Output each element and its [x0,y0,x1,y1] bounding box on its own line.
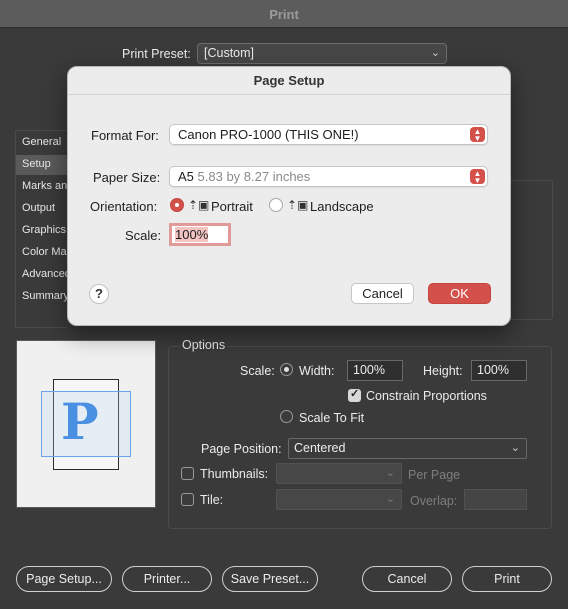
scale-label: Scale: [240,364,275,378]
thumbnails-checkbox[interactable] [181,467,194,480]
overlap-input[interactable] [464,489,527,510]
stepper-icon: ▲ ▼ [470,169,485,185]
landscape-icon: ⇡▣ [287,198,309,212]
chevron-down-icon: ⌄ [385,493,395,505]
landscape-label: Landscape [310,199,374,214]
print-button[interactable]: Print [462,566,552,592]
format-for-value: Canon PRO-1000 (THIS ONE!) [178,127,359,142]
page-setup-title: Page Setup [253,73,325,88]
landscape-radio[interactable] [269,198,283,212]
orientation-label: Orientation: [90,199,158,214]
preview-glyph: P [61,392,99,451]
print-window-title: Print [269,7,299,22]
overlap-label: Overlap: [410,494,458,508]
tile-checkbox[interactable] [181,493,194,506]
page-position-label: Page Position: [201,442,282,456]
print-titlebar: Print [0,0,568,28]
print-preset-select[interactable]: [Custom] ⌄ [197,43,447,64]
scale-label: Scale: [125,228,162,243]
format-for-select[interactable]: Canon PRO-1000 (THIS ONE!) ▲ ▼ [169,124,488,145]
tile-label: Tile: [200,493,224,507]
scale-value: 100% [175,227,209,242]
page-setup-cancel-button[interactable]: Cancel [351,283,414,304]
constrain-proportions-checkbox[interactable] [348,387,361,402]
page-setup-ok-button[interactable]: OK [428,283,491,304]
paper-size-value: A5 [178,169,194,184]
format-for-label: Format For: [91,128,159,143]
page-setup-dialog: Page Setup Format For: Canon PRO-1000 (T… [67,66,511,326]
title-divider [68,94,510,95]
paper-size-detail: 5.83 by 8.27 inches [197,169,311,184]
options-label: Options [180,338,228,352]
page-position-select[interactable]: Centered ⌄ [288,438,527,459]
portrait-label: Portrait [211,199,253,214]
height-label: Height: [423,364,463,378]
height-input[interactable]: 100% [471,360,527,381]
save-preset-button[interactable]: Save Preset... [222,566,318,592]
scale-to-fit-label: Scale To Fit [299,411,365,425]
chevron-down-icon: ⌄ [510,442,520,454]
constrain-proportions-label: Constrain Proportions [366,389,487,403]
print-preview: P [16,340,156,508]
thumbnails-label: Thumbnails: [200,467,269,481]
tile-select[interactable]: ⌄ [276,489,402,510]
scale-width-radio[interactable] [280,363,293,376]
print-cancel-button[interactable]: Cancel [362,566,452,592]
per-page-label: Per Page [408,468,461,482]
print-preset-value: [Custom] [204,46,255,60]
sidebar-item-setup[interactable]: Setup [16,155,68,175]
paper-size-select[interactable]: A5 5.83 by 8.27 inches ▲ ▼ [169,166,488,187]
print-sidebar: General Setup Marks and Bleed Output Gra… [15,130,82,328]
scale-to-fit-radio[interactable] [280,410,293,423]
printer-button[interactable]: Printer... [122,566,212,592]
chevron-down-icon: ⌄ [430,47,440,59]
width-input[interactable]: 100% [347,360,403,381]
chevron-down-icon: ⌄ [385,467,395,479]
page-setup-button[interactable]: Page Setup... [16,566,112,592]
page-position-value: Centered [294,441,346,455]
scale-input[interactable]: 100% [169,223,231,246]
width-label: Width: [299,364,335,378]
thumbnails-per-page-select[interactable]: ⌄ [276,463,402,484]
stepper-icon: ▲ ▼ [470,127,485,143]
help-button[interactable]: ? [89,284,109,304]
portrait-icon: ⇡▣ [188,198,210,212]
portrait-radio[interactable] [170,198,184,212]
print-preset-label: Print Preset: [122,47,191,61]
paper-size-label: Paper Size: [93,170,161,185]
